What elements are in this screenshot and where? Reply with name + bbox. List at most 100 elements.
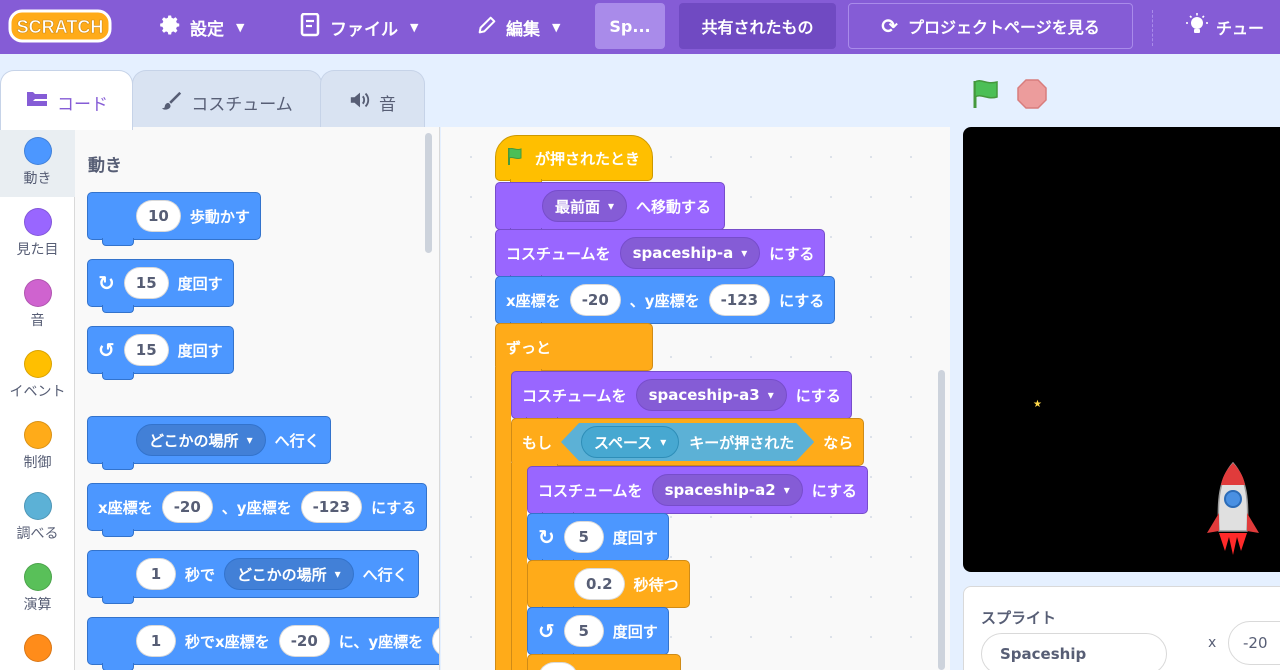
tab-sounds[interactable]: 音 [320, 70, 425, 128]
switch-costume-block[interactable]: コスチュームを spaceship-a2 にする [527, 466, 868, 520]
key-pressed-block[interactable]: スペース キーが押された [561, 423, 814, 461]
palette-section-title: 動き [88, 156, 122, 176]
block-text: 度回す [612, 622, 658, 641]
if-arm [511, 463, 527, 670]
scratch-logo[interactable]: SCRATCH [8, 9, 112, 43]
y-input[interactable]: -123 [300, 491, 363, 523]
x-position-field[interactable]: -20 [1228, 621, 1280, 665]
chevron-down-icon: ▼ [552, 20, 561, 34]
block-text: 秒でx座標を [185, 632, 270, 651]
category-operators[interactable]: 演算 [0, 553, 75, 623]
block-text: へ移動する [636, 197, 712, 216]
degrees-input[interactable]: 5 [563, 615, 604, 647]
turn-right-block[interactable]: ↻ 5 度回す [527, 513, 669, 567]
seconds-input[interactable]: 1 [136, 625, 176, 657]
switch-costume-block[interactable]: コスチュームを spaceship-a3 にする [511, 371, 852, 425]
category-label: 見た目 [16, 242, 59, 258]
turn-left-block[interactable]: ↺ 15 度回す [87, 326, 234, 380]
goto-xy-block[interactable]: x座標を -20 、y座標を -123 にする [87, 483, 428, 537]
block-text: ずっと [506, 338, 552, 357]
code-icon [25, 90, 49, 113]
see-project-page-button[interactable]: ⟳ プロジェクトページを見る [848, 3, 1133, 49]
if-block[interactable]: もし スペース キーが押された なら [511, 418, 865, 472]
tutorials-button[interactable]: チュー [1186, 0, 1264, 54]
block-text: 歩動かす [189, 207, 250, 226]
block-text: 秒で [185, 565, 216, 584]
block-text: 、y座標を [221, 498, 292, 517]
stage-canvas[interactable]: ★ [963, 127, 1280, 572]
forever-block[interactable]: ずっと [495, 323, 653, 377]
switch-costume-block[interactable]: コスチュームを spaceship-a にする [495, 229, 826, 283]
forever-arm [495, 367, 511, 670]
x-input[interactable]: -20 [569, 284, 621, 316]
seconds-input[interactable]: 1 [136, 558, 176, 590]
script-scrollbar[interactable] [938, 370, 945, 670]
settings-label: 設定 [190, 19, 224, 40]
move-steps-block[interactable]: 10 歩動かす [87, 192, 261, 246]
x-input[interactable]: -20 [278, 625, 330, 657]
x-input[interactable]: -20 [161, 491, 213, 523]
category-looks[interactable]: 見た目 [0, 198, 75, 268]
turn-right-block[interactable]: ↻ 15 度回す [87, 259, 234, 313]
block-text: x座標を [506, 291, 561, 310]
goto-xy-block[interactable]: x座標を -20 、y座標を -123 にする [495, 276, 836, 330]
degrees-input[interactable]: 15 [123, 334, 169, 366]
glide-xy-block[interactable]: 1 秒でx座標を -20 に、y座標を [87, 617, 439, 670]
block-text: に、y座標を [338, 632, 424, 651]
category-events[interactable]: イベント [0, 340, 75, 410]
block-text: へ行く [274, 431, 320, 450]
tab-code[interactable]: コード [0, 70, 133, 130]
glide-target-dropdown[interactable]: どこかの場所 [224, 558, 354, 590]
category-sound[interactable]: 音 [0, 269, 75, 339]
glide-to-block[interactable]: 1 秒で どこかの場所 へ行く [87, 550, 419, 604]
when-flag-clicked-block[interactable]: が押されたとき [495, 135, 653, 187]
costume-dropdown[interactable]: spaceship-a3 [635, 379, 787, 411]
block-text: へ行く [362, 565, 408, 584]
layer-dropdown[interactable]: 最前面 [542, 190, 628, 222]
block-text: にする [811, 481, 857, 500]
block-text: キーが押された [689, 433, 795, 452]
block-text: にする [371, 498, 417, 517]
project-title-input[interactable]: Sp... [595, 3, 665, 49]
sprite-name-field[interactable]: Spaceship [981, 633, 1167, 670]
steps-input[interactable]: 10 [136, 200, 181, 232]
turn-left-block[interactable]: ↺ 5 度回す [527, 607, 669, 661]
rotate-right-icon: ↻ [538, 525, 555, 549]
go-to-layer-block[interactable]: 最前面 へ移動する [495, 182, 725, 236]
category-control[interactable]: 制御 [0, 411, 75, 481]
costume-dropdown[interactable]: spaceship-a2 [651, 474, 803, 506]
shared-button[interactable]: 共有されたもの [679, 3, 836, 49]
green-flag-button[interactable] [970, 78, 1002, 114]
y-input[interactable] [432, 625, 439, 657]
palette-scrollbar[interactable] [425, 133, 432, 253]
file-menu[interactable]: ファイル ▼ [300, 0, 418, 54]
category-motion[interactable]: 動き [0, 127, 75, 197]
settings-menu[interactable]: 設定 ▼ [160, 0, 244, 54]
block-text: 秒待つ [633, 575, 679, 594]
edit-label: 編集 [506, 19, 540, 40]
file-label: ファイル [330, 19, 398, 40]
block-palette: 動き 10 歩動かす ↻ 15 度回す ↺ 15 度回す どこかの場所 へ行く … [75, 127, 440, 670]
goto-block[interactable]: どこかの場所 へ行く [87, 416, 331, 470]
category-sensing[interactable]: 調べる [0, 482, 75, 552]
goto-target-dropdown[interactable]: どこかの場所 [136, 424, 266, 456]
edit-menu[interactable]: 編集 ▼ [476, 0, 560, 54]
tab-costumes[interactable]: コスチューム [132, 70, 322, 128]
category-label: イベント [9, 384, 66, 400]
wait-block[interactable]: 0.2 秒待つ [527, 560, 690, 614]
star-sprite: ★ [1033, 399, 1042, 410]
category-variables[interactable] [0, 624, 75, 670]
key-dropdown[interactable]: スペース [581, 426, 679, 458]
costume-dropdown[interactable]: spaceship-a [619, 237, 761, 269]
seconds-input[interactable]: 0.2 [574, 568, 625, 600]
degrees-input[interactable]: 15 [123, 267, 169, 299]
category-motion-dot [23, 137, 52, 165]
pencil-icon [476, 14, 498, 41]
next-block[interactable] [527, 654, 681, 670]
stop-button[interactable] [1016, 78, 1048, 114]
spaceship-sprite[interactable] [1203, 461, 1263, 561]
degrees-input[interactable]: 5 [563, 521, 604, 553]
y-input[interactable]: -123 [708, 284, 771, 316]
block-input[interactable] [538, 662, 578, 670]
script-area[interactable]: が押されたとき 最前面 へ移動する コスチュームを spaceship-a にす… [441, 127, 950, 670]
